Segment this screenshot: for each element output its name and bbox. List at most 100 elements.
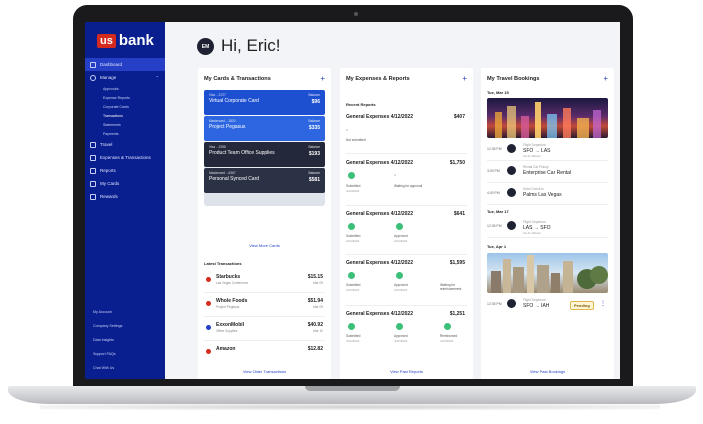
view-older-transactions-link[interactable]: View Older Transactions (198, 369, 331, 374)
step-label: Submitted (346, 283, 361, 287)
add-report-icon[interactable]: + (462, 74, 467, 83)
transaction-note: Las Vegas Conference (216, 281, 249, 285)
pending-badge: Pending (570, 301, 594, 310)
sidebar-subitem-approvals[interactable]: Approvals (85, 84, 165, 93)
step-date: 4/12/2022 (394, 288, 408, 292)
add-card-icon[interactable]: + (320, 74, 325, 83)
las-vegas-photo (487, 98, 608, 138)
sidebar-item-expenses[interactable]: Expenses & Transactions (85, 151, 165, 164)
sidebar-nav: Dashboard Manage ⌃ Approvals Expense Rep… (85, 58, 165, 203)
trip-day-header: Tue, Apr 1 (487, 244, 507, 249)
sidebar-item-dashboard[interactable]: Dashboard (85, 58, 165, 71)
card-item[interactable]: Visa ...3727 Virtual Corporate Card Bala… (204, 90, 325, 115)
avatar[interactable]: EM (197, 38, 214, 55)
transaction-row[interactable]: Whole Foods Project Pegasus $51.94 Mar 0… (204, 295, 325, 317)
transaction-row[interactable]: Amazon $12.82 (204, 343, 325, 357)
sidebar-subitem-transactions[interactable]: Transactions (85, 111, 165, 120)
sidebar-item-manage[interactable]: Manage ⌃ (85, 71, 165, 84)
link-support-faqs[interactable]: Support FAQs (85, 347, 165, 361)
trip-time: 12:35 PM (487, 302, 502, 306)
card-item[interactable]: Mastercard ...1820 Project Pegasus Balan… (204, 116, 325, 141)
dashboard-icon (90, 61, 96, 68)
card-name: Project Pegasus (209, 124, 246, 130)
trip-detail: AA & UAlines (523, 231, 541, 235)
view-more-cards-link[interactable]: View More Cards (198, 243, 331, 248)
card-stack: Visa ...3727 Virtual Corporate Card Bala… (204, 90, 325, 206)
city-night-illustration (495, 102, 601, 138)
sidebar-item-label: Dashboard (100, 62, 123, 67)
sidebar-bottom-links: My Account Company Settings Data Insight… (85, 305, 165, 375)
transaction-row[interactable]: Starbucks Las Vegas Conference $15.15 Ma… (204, 271, 325, 293)
view-past-bookings-link[interactable]: View Past Bookings (481, 369, 614, 374)
logo-bank: bank (118, 32, 154, 49)
sidebar-item-rewards[interactable]: Rewards (85, 190, 165, 203)
step-label: Approved (394, 283, 408, 287)
link-data-insights[interactable]: Data Insights (85, 333, 165, 347)
report-status: Not submitted (346, 138, 366, 142)
sidebar-item-label: Rewards (100, 194, 118, 199)
card-balance-label: Balance (308, 119, 320, 123)
card-balance: $193 (308, 151, 320, 157)
transaction-amount: $15.15 (307, 274, 323, 280)
link-chat-with-us[interactable]: Chat With Us (85, 361, 165, 375)
sidebar-item-label: Manage (100, 75, 117, 80)
sidebar-subitem-payments[interactable]: Payments (85, 129, 165, 138)
add-booking-icon[interactable]: + (603, 74, 608, 83)
sidebar-subitem-expense-reports[interactable]: Expense Reports (85, 93, 165, 102)
trip-type: Flight Departure (523, 220, 546, 224)
merchant-icon (206, 277, 211, 282)
card-balance-label: Balance (308, 93, 320, 97)
transaction-date: Mar 10 (313, 329, 323, 333)
card-balance-label: Balance (308, 145, 320, 149)
usbank-logo[interactable]: us bank (97, 32, 154, 49)
app-screen: us bank Dashboard Manage ⌃ Approvals Exp… (85, 22, 620, 379)
step-label: Approved (394, 234, 408, 238)
trip-type: Hotel Check-in (523, 187, 544, 191)
sidebar-item-reports[interactable]: Reports (85, 164, 165, 177)
card-number: Visa ...3727 (209, 93, 226, 97)
card-item[interactable]: Visa ...2958 Product Team Office Supplie… (204, 142, 325, 167)
report-row[interactable]: General Expenses 4/12/2022 $1,251 Submit… (346, 311, 467, 355)
report-row[interactable]: General Expenses 4/12/2022 $1,595 Submit… (346, 260, 467, 306)
trip-item[interactable]: 12:35 PM Flight Departure SFO → IAH Pend… (487, 295, 608, 316)
merchant-icon (206, 325, 211, 330)
sidebar-subitem-statements[interactable]: Statements (85, 120, 165, 129)
card-item[interactable]: Mastercard ...6367 Personal Synced Card … (204, 168, 325, 193)
expenses-panel: My Expenses & Reports + Recent Reports G… (340, 68, 473, 379)
travel-panel-title: My Travel Bookings (487, 75, 540, 82)
trip-item[interactable]: 4:00 PM Hotel Check-in Palms Las Vegas (487, 184, 608, 205)
trip-type: Flight Departure (523, 143, 546, 147)
view-past-reports-link[interactable]: View Past Reports (340, 369, 473, 374)
sidebar-item-travel[interactable]: Travel (85, 138, 165, 151)
report-row[interactable]: General Expenses 4/12/2022 $641 Submitte… (346, 211, 467, 255)
step-label: Waiting for approval (394, 184, 423, 188)
link-company-settings[interactable]: Company Settings (85, 319, 165, 333)
step-date: 4/12/2022 (394, 239, 408, 243)
link-my-account[interactable]: My Account (85, 305, 165, 319)
transaction-row[interactable]: ExxonMobil Office Supplies $40.92 Mar 10 (204, 319, 325, 341)
step-date: 4/12/2022 (394, 339, 408, 343)
report-row[interactable]: General Expenses 4/12/2022 $407 o Not su… (346, 114, 467, 154)
sidebar-item-my-cards[interactable]: My Cards (85, 177, 165, 190)
latest-transactions-title: Latest Transactions (204, 261, 242, 266)
card-name: Personal Synced Card (209, 176, 260, 182)
report-row[interactable]: General Expenses 4/12/2022 $1,750 o Subm… (346, 160, 467, 206)
plane-icon (507, 221, 516, 230)
trip-item[interactable]: 3:00 PM Rental Car Pickup Enterprise Car… (487, 162, 608, 183)
travel-panel: My Travel Bookings + Tue, Mar 15 12:35 P… (481, 68, 614, 379)
trip-item[interactable]: 12:35 PM Flight Departure SFO → LAS AA &… (487, 140, 608, 161)
car-icon (507, 166, 516, 175)
report-amount: $407 (453, 114, 465, 120)
trip-time: 12:35 PM (487, 224, 502, 228)
more-options-icon[interactable]: ⋮ (600, 300, 606, 307)
step-complete-icon (396, 323, 403, 330)
step-complete-icon (348, 323, 355, 330)
trip-item[interactable]: 12:35 PM Flight Departure LAS → SFO AA &… (487, 217, 608, 238)
sidebar-subitem-corporate-cards[interactable]: Corporate Cards (85, 102, 165, 111)
trip-day-header: Tue, Mar 15 (487, 90, 509, 95)
step-complete-icon (348, 272, 355, 279)
transaction-amount: $40.92 (307, 322, 323, 328)
step-complete-icon (348, 223, 355, 230)
sidebar-item-label: Reports (100, 168, 116, 173)
expenses-panel-header: My Expenses & Reports + (340, 68, 473, 83)
